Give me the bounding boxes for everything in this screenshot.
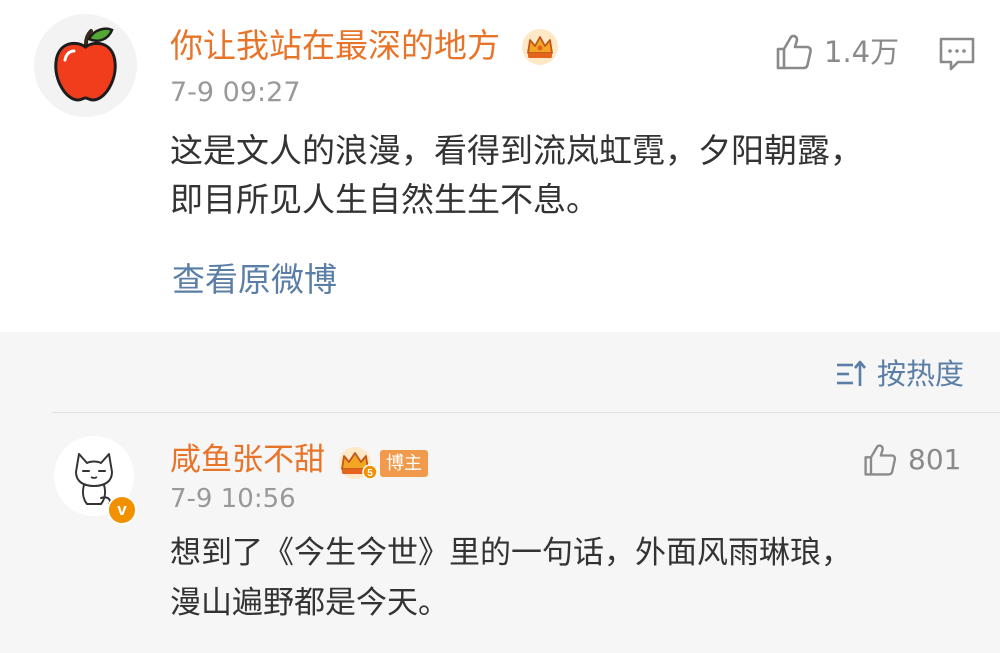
comment-body: 这是文人的浪漫，看得到流岚虹霓，夕阳朝露， 即目所见人生自然生生不息。 — [170, 126, 970, 224]
thumbs-up-icon — [864, 444, 897, 476]
blogger-tag: 博主 — [380, 450, 428, 477]
sort-label: 按热度 — [876, 357, 964, 391]
verified-badge-icon: v — [107, 495, 137, 525]
comment-text-line: 这是文人的浪漫，看得到流岚虹霓，夕阳朝露， — [170, 131, 863, 170]
timestamp: 7-9 10:56 — [170, 484, 296, 514]
comment-text-line: 即目所见人生自然生生不息。 — [170, 180, 599, 219]
reply-section: 按热度 v 咸鱼张不甜 5 博主 801 7-9 10:56 想到了《今生今世》… — [0, 332, 1000, 653]
crown-icon[interactable]: 5 — [337, 445, 377, 481]
crown-level: 5 — [367, 468, 373, 479]
reply-body: 想到了《今生今世》里的一句话，外面风雨琳琅， 漫山遍野都是今天。 — [170, 528, 970, 628]
sort-toggle[interactable]: 按热度 — [835, 354, 964, 394]
main-comment: 你让我站在最深的地方 1.4万 7-9 09:27 这是文人的浪漫，看得到流岚虹… — [0, 0, 1000, 332]
username[interactable]: 你让我站在最深的地方 — [170, 24, 500, 68]
thumbs-up-icon — [776, 34, 812, 70]
reply-text-line: 想到了《今生今世》里的一句话，外面风雨琳琅， — [170, 535, 852, 571]
comment-button[interactable] — [938, 36, 976, 72]
weibo-comment-page: 你让我站在最深的地方 1.4万 7-9 09:27 这是文人的浪漫，看得到流岚虹… — [0, 0, 1000, 653]
crown-icon[interactable] — [520, 27, 560, 67]
sort-icon — [836, 360, 866, 386]
reply-text-line: 漫山遍野都是今天。 — [170, 585, 449, 621]
divider — [52, 412, 1000, 413]
like-count: 801 — [908, 443, 962, 476]
like-button[interactable]: 1.4万 — [774, 30, 899, 74]
apple-avatar-icon — [34, 14, 137, 117]
comment-icon — [939, 37, 975, 71]
view-original-link[interactable]: 查看原微博 — [172, 258, 337, 302]
avatar[interactable] — [34, 14, 137, 117]
like-button[interactable]: 801 — [862, 440, 961, 480]
username[interactable]: 咸鱼张不甜 — [170, 439, 325, 481]
like-count: 1.4万 — [824, 35, 900, 69]
timestamp: 7-9 09:27 — [170, 77, 301, 108]
